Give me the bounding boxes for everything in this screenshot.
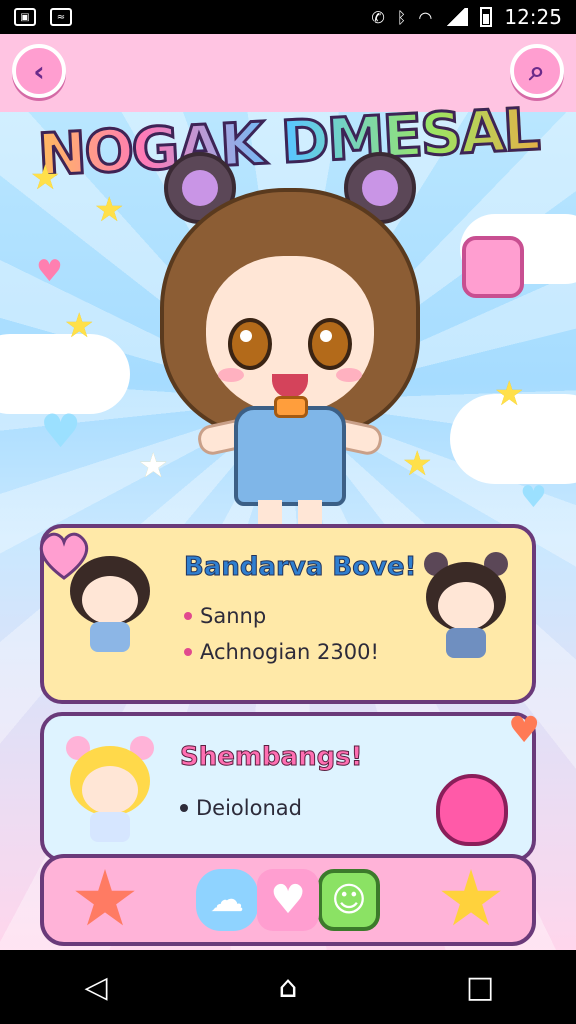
- character-eye: [308, 318, 352, 370]
- star-icon: ★: [494, 374, 525, 414]
- bluetooth-icon: ᛒ: [396, 7, 407, 27]
- card-line: Deiolonad: [180, 796, 302, 820]
- search-icon: ⌕: [529, 54, 545, 87]
- bullet-icon: [180, 804, 188, 812]
- signal-icon: [444, 8, 469, 26]
- star-icon: ★: [30, 158, 61, 198]
- heart-icon: ♥: [508, 710, 541, 751]
- back-button[interactable]: ‹: [12, 44, 66, 98]
- card-line: Sannp: [184, 604, 266, 628]
- card-line: Achnogian 2300!: [184, 640, 379, 664]
- smile-star-icon[interactable]: [441, 869, 501, 926]
- heart-icon: ♥: [36, 254, 63, 289]
- nfc-icon: ✆: [371, 7, 385, 27]
- status-bar: ▣ ≈ ✆ ᛒ ◠ 12:25: [0, 0, 576, 34]
- character-eye: [228, 318, 272, 370]
- heart-icon: ♥: [520, 480, 547, 515]
- character-bow: [274, 396, 308, 418]
- bullet-icon: [184, 648, 192, 656]
- cloud-creature-icon[interactable]: ☁: [196, 869, 258, 931]
- recent-apps-icon[interactable]: □: [450, 970, 510, 1005]
- back-arrow-icon: ‹: [33, 54, 45, 88]
- heart-icon[interactable]: ♥: [257, 869, 319, 931]
- photo-icon: ≈: [50, 8, 72, 26]
- clock-time: 12:25: [504, 5, 562, 29]
- back-triangle-icon[interactable]: ◁: [66, 970, 126, 1005]
- card-title: Shembangs!: [180, 742, 364, 773]
- home-icon[interactable]: ⌂: [258, 970, 318, 1005]
- character-dress: [234, 406, 346, 506]
- card-title: Bandarva Bove!: [184, 552, 418, 583]
- star-icon: ★: [64, 306, 95, 346]
- image-icon: ▣: [14, 8, 36, 26]
- profile-card-1[interactable]: Bandarva Bove! Sannp Achnogian 2300!: [40, 524, 536, 704]
- gift-box-icon[interactable]: ☺: [318, 869, 380, 931]
- game-screen: ‹ ⌕ NOGAK DMESAL ★ ★ ★ ★ ★ ★ ♥ ♥ ♥ Banda…: [0, 34, 576, 950]
- berry-icon: [436, 774, 508, 846]
- battery-icon: [480, 7, 493, 27]
- character-face: [206, 256, 374, 414]
- character-mouth: [272, 374, 308, 398]
- avatar: [420, 548, 512, 668]
- star-creature-icon[interactable]: [75, 869, 135, 926]
- search-button[interactable]: ⌕: [510, 44, 564, 98]
- chat-bubble-icon: [462, 236, 524, 298]
- hero-character[interactable]: [140, 144, 440, 564]
- ribbon-heart-icon: [32, 528, 96, 582]
- system-nav-bar: ◁ ⌂ □: [0, 950, 576, 1024]
- character-blush: [336, 368, 362, 382]
- star-icon: ★: [94, 190, 125, 230]
- heart-icon: ♥: [40, 404, 82, 458]
- character-blush: [218, 368, 244, 382]
- bullet-icon: [184, 612, 192, 620]
- avatar: [64, 732, 156, 852]
- cloud-decoration: [0, 334, 130, 414]
- wifi-icon: ◠: [418, 7, 433, 27]
- bottom-dock: ☁ ♥ ☺: [40, 854, 536, 946]
